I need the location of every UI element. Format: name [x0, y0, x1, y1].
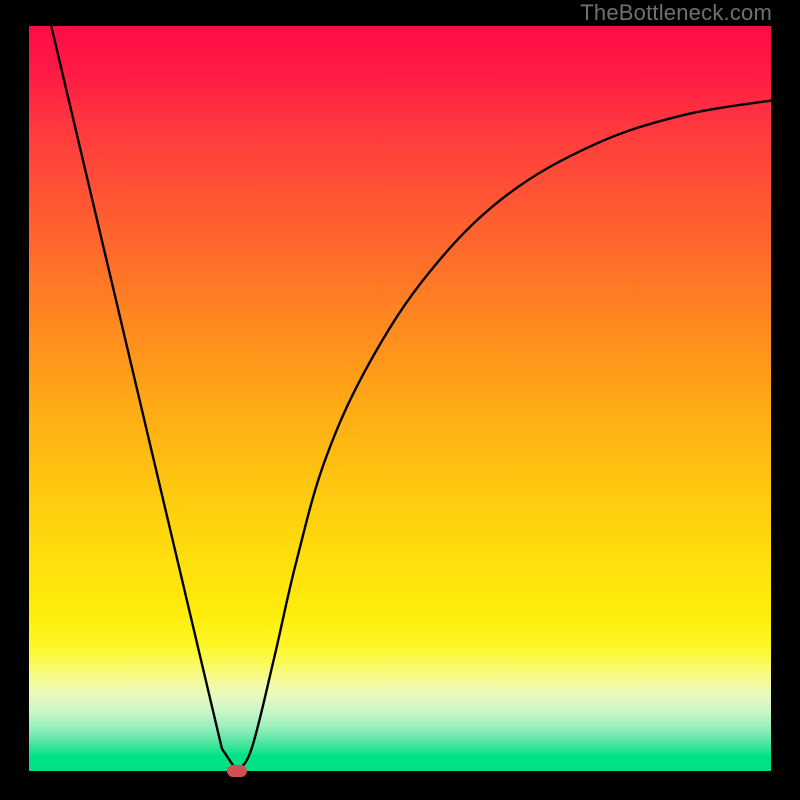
watermark-text: TheBottleneck.com: [580, 0, 772, 26]
chart-curve: [29, 26, 771, 771]
chart-plot-area: [29, 26, 771, 771]
chart-min-marker: [227, 765, 247, 777]
curve-path: [51, 26, 771, 771]
